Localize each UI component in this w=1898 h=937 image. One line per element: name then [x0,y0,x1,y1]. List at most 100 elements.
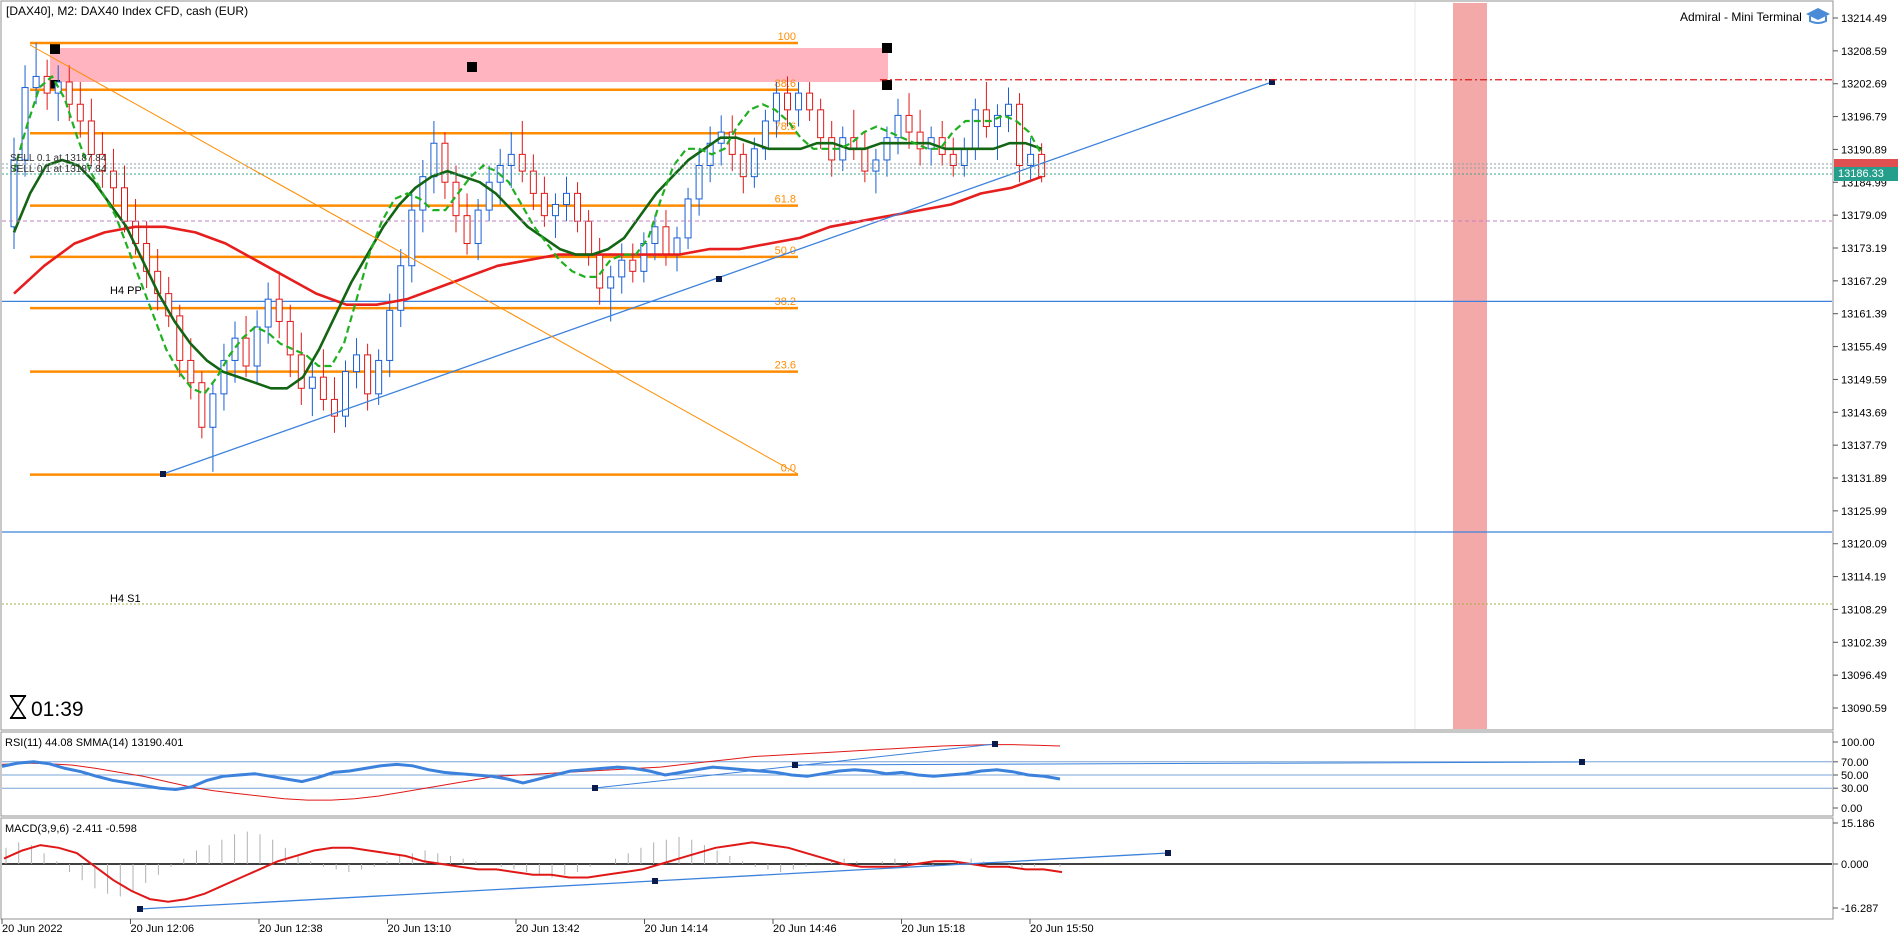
fib-level-label: 38.2 [775,296,796,308]
candle-body [297,354,305,389]
candle-body [65,81,73,105]
candle-body [518,153,526,172]
candle-body [640,242,648,272]
rsi-trend-anchor[interactable] [1579,759,1585,765]
candle-body [607,276,615,289]
price-tick-label: 13090.59 [1841,703,1887,715]
rsi-tick-label: 100.00 [1841,737,1875,749]
time-tick-label: 20 Jun 14:46 [773,923,837,935]
rsi-tick-label: 30.00 [1841,783,1869,795]
candle-body [960,148,968,167]
time-tick-label: 20 Jun 13:42 [516,923,580,935]
candle-body [673,237,681,256]
price-tick-label: 13214.49 [1841,13,1887,25]
candle-body [308,376,316,389]
candle-body [397,265,405,311]
time-axis: 20 Jun 2022 20 Jun 12:06 20 Jun 12:38 20 Ju… [1,919,1094,935]
candle-body [971,109,979,150]
macd-tick-label: 15.186 [1841,818,1875,830]
candle-body [319,376,327,400]
shaded-time-band [1453,3,1487,729]
price-tick-label: 13131.89 [1841,473,1887,485]
macd-trend-anchor[interactable] [652,878,658,884]
macd-panel-frame [0,817,1834,920]
candle-body [364,354,372,395]
candle-body [375,359,383,395]
time-tick-label: 20 Jun 2022 [2,923,63,935]
candle-body [242,337,250,367]
time-tick-label: 20 Jun 12:38 [259,923,323,935]
candle-body [585,220,593,256]
candle-body [231,337,239,361]
macd-label: MACD(3,9,6) -2.411 -0.598 [5,823,137,835]
candle-body [806,92,814,111]
current-price-label: 13186.33 [1838,168,1884,180]
price-tick-label: 13190.89 [1841,144,1887,156]
ask-price-tag [1834,159,1898,167]
price-tick-label: 13137.79 [1841,440,1887,452]
rsi-tick-label: 0.00 [1841,803,1862,815]
candle-body [772,92,780,122]
candle-body [739,153,747,178]
macd-trend-anchor[interactable] [1165,850,1171,856]
macd-trend-anchor[interactable] [137,906,143,912]
fib-level-label: 88.6 [775,78,796,90]
candle-body [662,226,670,256]
zone-handle[interactable] [50,44,60,54]
candle-body [872,159,880,172]
candle-body [750,148,758,178]
time-tick-label: 20 Jun 12:06 [131,923,195,935]
time-tick-label: 20 Jun 15:18 [902,923,966,935]
candle-body [430,142,438,178]
rsi-trend-anchor[interactable] [992,741,998,747]
candle-body [463,215,471,244]
candle-body [761,120,769,150]
candle-body [905,114,913,133]
candle-body [795,92,803,111]
price-tick-label: 13102.39 [1841,637,1887,649]
zone-handle[interactable] [882,80,892,90]
pivot-s1-label: H4 S1 [110,593,141,605]
candle-body [728,131,736,155]
price-tick-label: 13143.69 [1841,407,1887,419]
price-tick-label: 13161.39 [1841,309,1887,321]
candle-body [982,109,990,128]
candle-body [264,298,272,328]
candle-body [253,326,261,367]
macd-tick-label: -16.287 [1841,903,1878,915]
rsi-trend-anchor[interactable] [792,762,798,768]
candle-body [784,92,791,111]
rsi-tick-label: 50.00 [1841,770,1869,782]
price-tick-label: 13179.09 [1841,210,1887,222]
price-tick-label: 13125.99 [1841,506,1887,518]
pivot-pp-label: H4 PP [110,285,142,297]
price-tick-label: 13167.29 [1841,276,1887,288]
candle-body [353,354,361,373]
price-tick-label: 13108.29 [1841,604,1887,616]
rsi-trend-anchor[interactable] [592,785,598,791]
rsi-label: RSI(11) 44.08 SMMA(14) 13190.401 [5,737,183,749]
candle-body [441,142,449,183]
price-tick-label: 13114.19 [1841,572,1886,584]
fib-level-label: 23.6 [775,360,796,372]
price-axis: 13214.49 13208.59 13202.69 13196.79 13190.89… [1833,13,1887,715]
candle-body [551,204,559,217]
price-tick-label: 13149.59 [1841,374,1887,386]
candle-body [883,137,891,161]
time-tick-label: 20 Jun 15:50 [1030,923,1094,935]
trend-anchor[interactable] [716,276,722,282]
trading-chart[interactable]: 10088.678.661.850.038.223.60.0 13214.491… [0,0,1898,937]
zone-handle[interactable] [467,62,477,72]
price-tick-label: 13173.19 [1841,243,1887,255]
candle-body [540,192,548,217]
candle-body [695,165,703,200]
zone-handle[interactable] [882,43,892,53]
candle-body [618,259,626,278]
chart-title: [DAX40], M2: DAX40 Index CFD, cash (EUR) [6,4,248,18]
candle-body [121,187,128,222]
candle-body [574,192,582,222]
time-tick-label: 20 Jun 14:14 [645,923,709,935]
trend-anchor[interactable] [160,471,166,477]
candle-body [198,382,206,428]
terminal-label[interactable]: Admiral - Mini Terminal [1680,10,1802,24]
